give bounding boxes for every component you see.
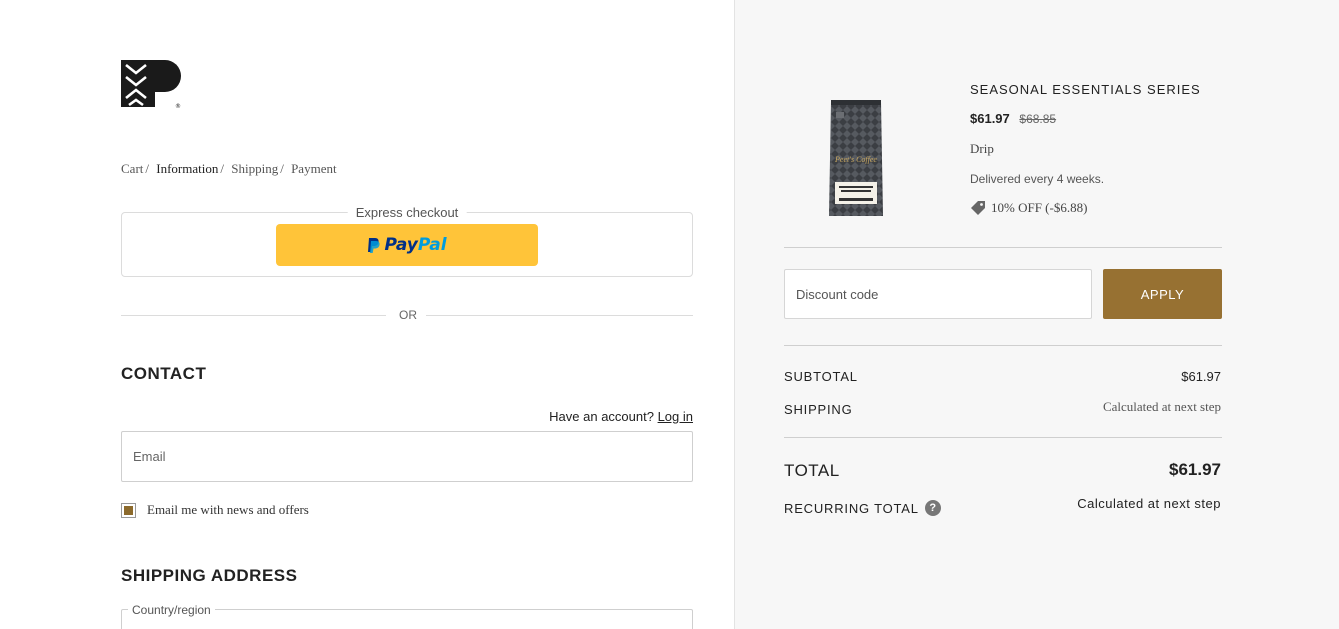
discount-code-input[interactable] bbox=[784, 269, 1092, 319]
subtotal-value: $61.97 bbox=[1181, 369, 1221, 384]
paypal-pal-text: Pal bbox=[417, 235, 447, 255]
country-select[interactable]: Country/region bbox=[121, 603, 693, 629]
breadcrumb-payment: Payment bbox=[291, 161, 337, 176]
paypal-wordmark: PayPal bbox=[384, 235, 446, 255]
or-divider: OR bbox=[121, 308, 693, 324]
contact-heading: CONTACT bbox=[121, 364, 207, 383]
summary-divider bbox=[784, 247, 1222, 248]
express-checkout: Express checkout PayPal bbox=[121, 205, 693, 277]
breadcrumb: Cart / Information / Shipping / Payment bbox=[121, 161, 337, 177]
tag-icon bbox=[971, 201, 985, 215]
or-text: OR bbox=[399, 308, 417, 322]
shipping-label: SHIPPING bbox=[784, 402, 853, 417]
summary-divider bbox=[784, 437, 1222, 438]
newsletter-label[interactable]: Email me with news and offers bbox=[147, 502, 309, 518]
discount-amount: 10% OFF (-$6.88) bbox=[991, 200, 1088, 215]
account-prompt-text: Have an account? bbox=[549, 409, 654, 424]
product-price-row: $61.97 $68.85 bbox=[970, 111, 1056, 126]
subtotal-label: SUBTOTAL bbox=[784, 369, 858, 384]
coffee-bag-icon: Peet's Coffee bbox=[829, 100, 883, 216]
shipping-value: Calculated at next step bbox=[1102, 399, 1221, 414]
email-field[interactable] bbox=[121, 431, 693, 482]
checkout-main: ® Cart / Information / Shipping / Payment E… bbox=[0, 0, 734, 629]
order-summary: Peet's Coffee SEASONAL ESSENTIALS SERIES… bbox=[734, 0, 1339, 629]
breadcrumb-separator: / bbox=[220, 161, 224, 176]
peets-logo[interactable]: ® bbox=[121, 60, 181, 110]
paypal-icon bbox=[368, 238, 381, 253]
checkbox-checked-mark bbox=[124, 505, 133, 515]
breadcrumb-shipping: Shipping bbox=[231, 161, 279, 176]
newsletter-option: Email me with news and offers bbox=[121, 502, 309, 518]
paypal-button[interactable]: PayPal bbox=[276, 224, 538, 266]
summary-divider bbox=[784, 345, 1222, 346]
breadcrumb-information: Information bbox=[156, 161, 219, 176]
newsletter-checkbox[interactable] bbox=[121, 502, 136, 518]
country-label: Country/region bbox=[128, 603, 215, 617]
product-original-price: $68.85 bbox=[1019, 112, 1057, 126]
delivery-frequency: Delivered every 4 weeks. bbox=[970, 172, 1105, 186]
recurring-total-label: RECURRING TOTAL bbox=[784, 500, 919, 516]
divider-line bbox=[426, 315, 693, 316]
paypal-pay-text: Pay bbox=[384, 235, 418, 255]
total-label: TOTAL bbox=[784, 461, 840, 480]
express-checkout-label: Express checkout bbox=[347, 205, 467, 220]
total-value: $61.97 bbox=[1169, 460, 1221, 479]
breadcrumb-separator: / bbox=[280, 161, 284, 176]
breadcrumb-cart[interactable]: Cart bbox=[121, 161, 143, 176]
recurring-total: RECURRING TOTAL ? bbox=[784, 500, 941, 516]
account-prompt: Have an account? Log in bbox=[549, 409, 693, 424]
login-link[interactable]: Log in bbox=[658, 409, 693, 424]
apply-button[interactable]: APPLY bbox=[1103, 269, 1222, 319]
recurring-total-value: Calculated at next step bbox=[1077, 496, 1221, 511]
product-discount: 10% OFF (-$6.88) bbox=[970, 200, 1087, 216]
svg-text:®: ® bbox=[175, 103, 181, 110]
product-title: SEASONAL ESSENTIALS SERIES bbox=[970, 82, 1201, 97]
peets-p-logo-icon: ® bbox=[121, 60, 181, 110]
product-image: Peet's Coffee bbox=[827, 98, 885, 220]
svg-text:Peet's Coffee: Peet's Coffee bbox=[834, 155, 877, 164]
product-variant: Drip bbox=[970, 141, 994, 156]
breadcrumb-separator: / bbox=[145, 161, 150, 176]
shipping-address-heading: SHIPPING ADDRESS bbox=[121, 566, 298, 585]
help-icon[interactable]: ? bbox=[924, 500, 941, 516]
product-price: $61.97 bbox=[970, 111, 1010, 126]
divider-line bbox=[121, 315, 386, 316]
